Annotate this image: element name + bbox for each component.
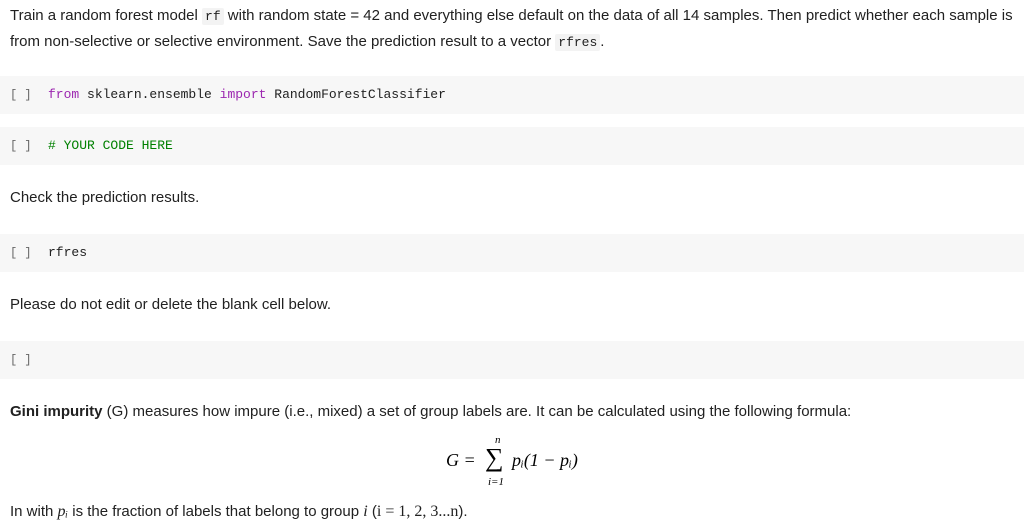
cell-run-prompt[interactable]: [ ] [10, 76, 32, 114]
footer-text-3: ( [367, 503, 377, 520]
footer-text-2: is the fraction of labels that belong to… [68, 503, 364, 520]
code-comment: # YOUR CODE HERE [48, 138, 173, 153]
keyword-import: import [219, 87, 267, 102]
cell-run-prompt[interactable]: [ ] [10, 341, 32, 379]
math-var-p: pᵢ [57, 503, 69, 520]
cell-run-prompt[interactable]: [ ] [10, 127, 32, 165]
cell-source[interactable]: rfres [48, 234, 87, 272]
formula-lhs: G = [446, 450, 476, 470]
imported-name: RandomForestClassifier [266, 87, 446, 102]
code-cell-rfres[interactable]: [ ] rfres [0, 234, 1024, 272]
cell-source[interactable]: from sklearn.ensemble import RandomFores… [48, 76, 446, 114]
gini-term: Gini impurity [10, 403, 103, 420]
inline-code-rfres: rfres [555, 34, 601, 51]
summation-icon: ∑ [485, 443, 504, 472]
gini-text: (G) measures how impure (i.e., mixed) a … [102, 403, 852, 420]
intro-text-3: . [600, 33, 605, 50]
code-cell-import[interactable]: [ ] from sklearn.ensemble import RandomF… [0, 76, 1024, 114]
cell-run-prompt[interactable]: [ ] [10, 234, 32, 272]
intro-text-1: Train a random forest model [10, 7, 203, 24]
footer-text: In with pᵢ is the fraction of labels tha… [10, 499, 1014, 524]
code-cell-blank[interactable]: [ ] [0, 341, 1024, 379]
gini-description: Gini impurity (G) measures how impure (i… [10, 399, 1014, 424]
check-results-text: Check the prediction results. [10, 189, 200, 206]
formula-sum-lower: i=1 [488, 476, 504, 488]
footer-text-1: In with [10, 503, 58, 520]
inline-code-rf: rf [202, 8, 224, 25]
math-range: i = 1, 2, 3...n [376, 503, 459, 520]
blank-cell-note: Please do not edit or delete the blank c… [10, 296, 332, 313]
footer-text-4: ). [458, 503, 468, 520]
intro-text: Train a random forest model rf with rand… [10, 3, 1014, 55]
keyword-from: from [48, 87, 80, 102]
gini-formula: G = n ∑ i=1 pᵢ(1 − pᵢ) [446, 434, 606, 490]
module-name: sklearn.ensemble [79, 87, 220, 102]
formula-body: pᵢ(1 − pᵢ) [512, 450, 578, 470]
code-cell-your-code[interactable]: [ ] # YOUR CODE HERE [0, 127, 1024, 165]
